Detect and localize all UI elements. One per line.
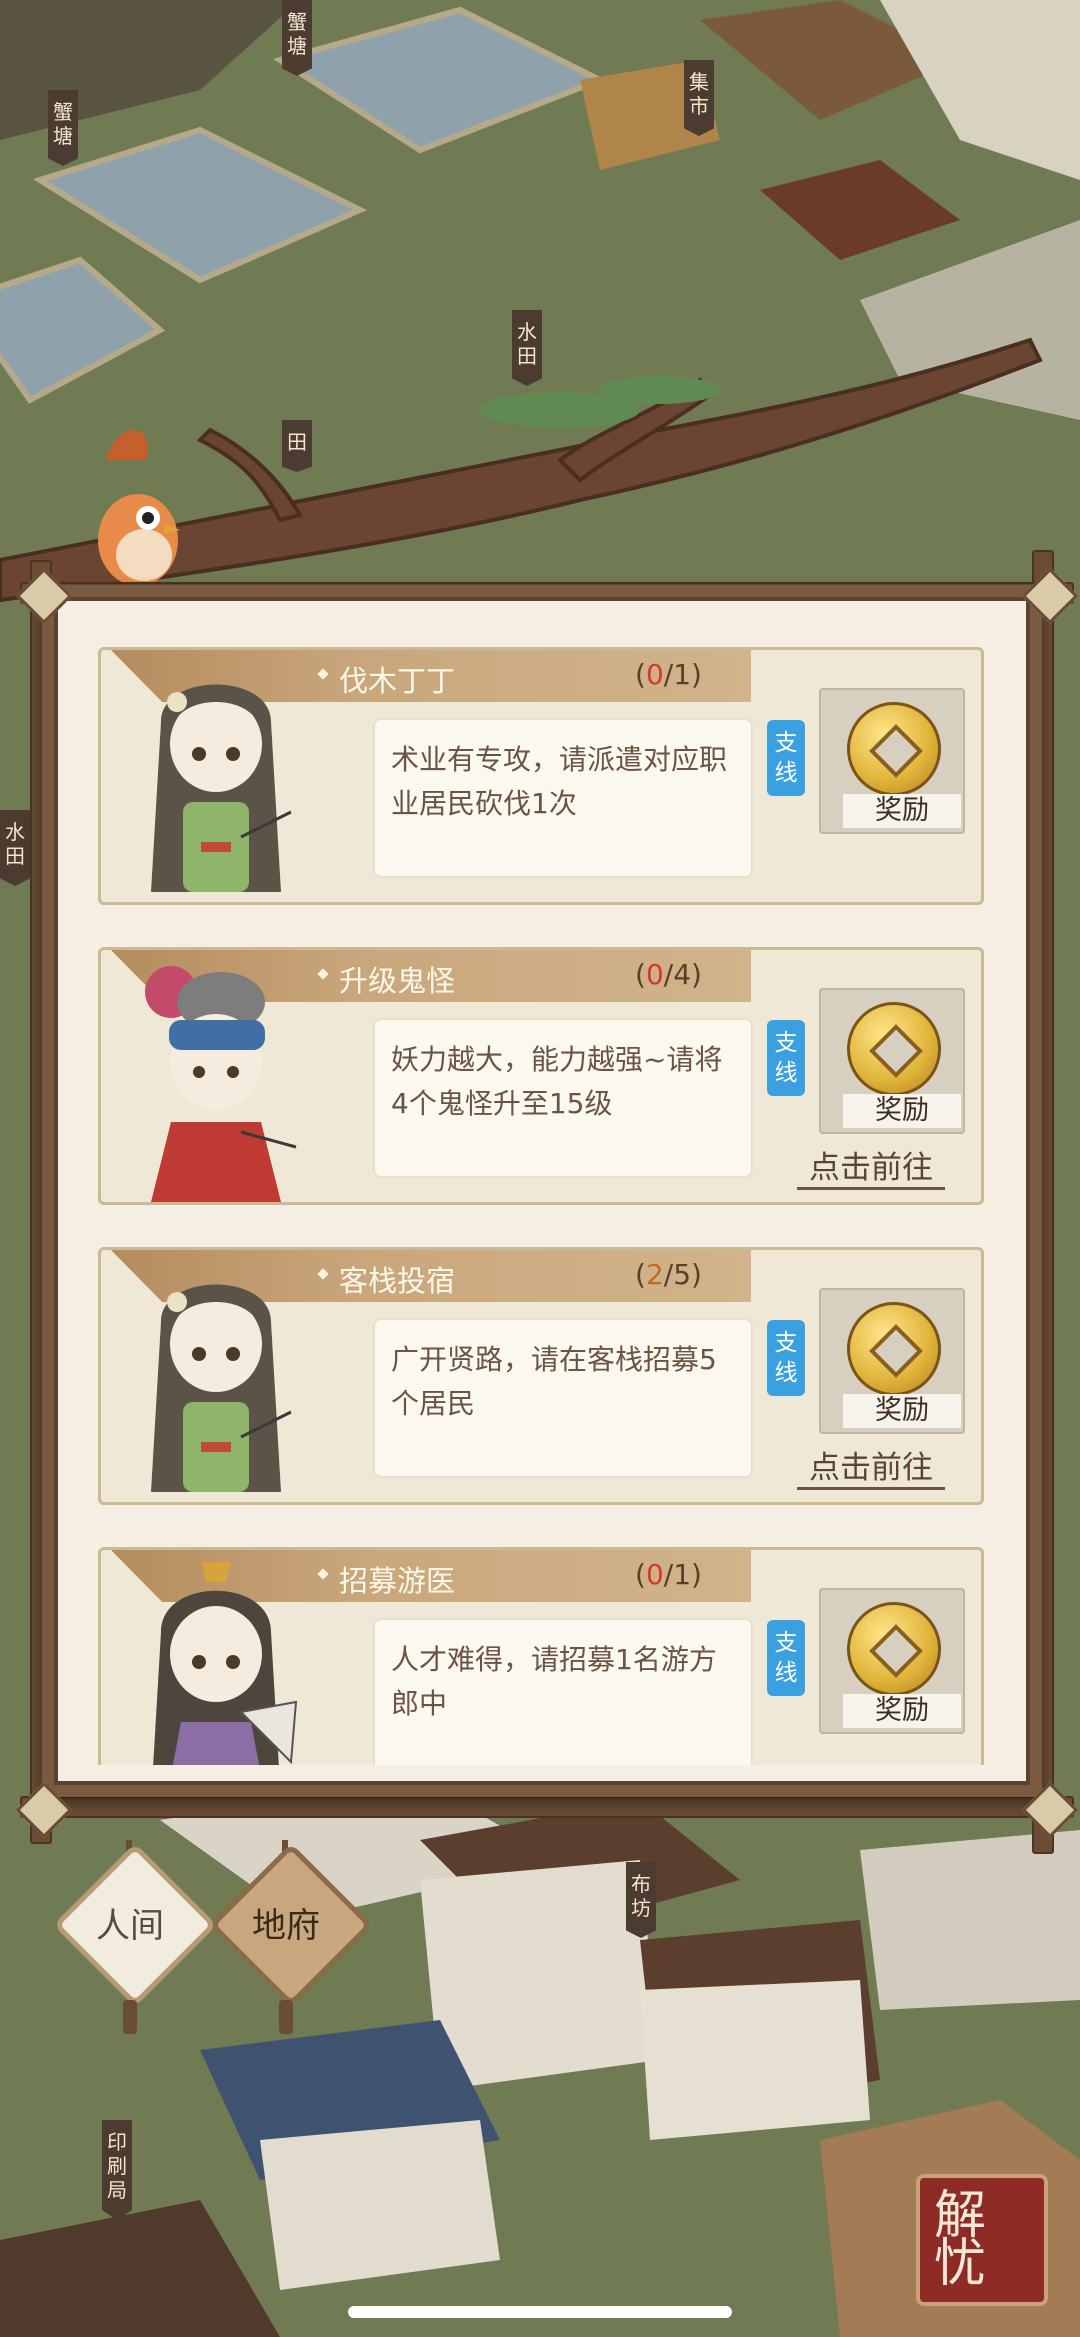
underworld-label: 地府: [252, 1906, 320, 1946]
reward-label: 奖励: [843, 1694, 961, 1728]
map-label-paddy-3[interactable]: 水田: [0, 810, 30, 886]
goto-link[interactable]: 点击前往: [797, 1142, 945, 1190]
reward-slot[interactable]: 奖励: [819, 1588, 965, 1734]
solve-worries-button[interactable]: 解忧: [916, 2174, 1048, 2306]
goto-link[interactable]: 点击前往: [797, 1442, 945, 1490]
map-label-market[interactable]: 集市: [684, 60, 714, 136]
human-world-button[interactable]: 人间: [50, 1840, 218, 2040]
map-label-crab-pond[interactable]: 蟹塘: [48, 90, 78, 166]
frame-beam-bottom: [20, 1796, 1074, 1818]
reward-slot[interactable]: 奖励: [819, 1288, 965, 1434]
quest-card[interactable]: 伐木丁丁 (0/1) 术业有专攻，请派遣对应职业居民砍伐1次 支线 奖励: [98, 647, 984, 905]
solve-worries-label: 解忧: [934, 2186, 987, 2294]
side-quest-tag: 支线: [767, 1320, 805, 1396]
map-label-paddy[interactable]: 水田: [512, 310, 542, 386]
reward-label: 奖励: [843, 1094, 961, 1128]
tassel: [123, 2000, 137, 2034]
quest-progress: (0/4): [635, 958, 702, 991]
copper-coin-icon: [847, 702, 941, 796]
tassel: [279, 2000, 293, 2034]
reward-slot[interactable]: 奖励: [819, 988, 965, 1134]
quest-list[interactable]: 伐木丁丁 (0/1) 术业有专攻，请派遣对应职业居民砍伐1次 支线 奖励 升级鬼…: [54, 597, 1030, 1765]
underworld-button[interactable]: 地府: [206, 1840, 374, 2040]
home-indicator[interactable]: [348, 2306, 732, 2318]
side-quest-tag: 支线: [767, 1620, 805, 1696]
reward-slot[interactable]: 奖励: [819, 688, 965, 834]
reward-label: 奖励: [843, 794, 961, 828]
copper-coin-icon: [847, 1302, 941, 1396]
map-label-paddy-2[interactable]: 田: [282, 420, 312, 472]
quest-title: 升级鬼怪: [339, 964, 456, 998]
map-label-cloth-shop[interactable]: 布坊: [626, 1862, 656, 1938]
quest-title: 客栈投宿: [339, 1264, 456, 1298]
side-quest-tag: 支线: [767, 1020, 805, 1096]
wandering-doctor-avatar: [153, 1562, 298, 1765]
quest-description: 妖力越大，能力越强~请将4个鬼怪升至15级: [373, 1018, 753, 1178]
quest-title: 招募游医: [339, 1564, 456, 1598]
woodcutter-avatar: [151, 1284, 292, 1492]
map-label-crab-pond-2[interactable]: 蟹塘: [282, 0, 312, 76]
quest-card[interactable]: 招募游医 (0/1) 人才难得，请招募1名游方郎中 支线 奖励: [98, 1547, 984, 1765]
human-world-label: 人间: [96, 1906, 164, 1946]
quest-card[interactable]: 客栈投宿 (2/5) 广开贤路，请在客栈招募5个居民 支线 奖励 点击前往: [98, 1247, 984, 1505]
quest-description: 广开贤路，请在客栈招募5个居民: [373, 1318, 753, 1478]
quest-description: 术业有专攻，请派遣对应职业居民砍伐1次: [373, 718, 753, 878]
copper-coin-icon: [847, 1002, 941, 1096]
quail-bird-icon: [98, 430, 180, 586]
map-label-printing-house[interactable]: 印刷局: [102, 2120, 132, 2220]
quest-progress: (0/1): [635, 658, 702, 691]
quest-title: 伐木丁丁: [339, 664, 456, 698]
copper-coin-icon: [847, 1602, 941, 1696]
ghost-elder-avatar: [145, 966, 297, 1202]
quest-description: 人才难得，请招募1名游方郎中: [373, 1618, 753, 1765]
quest-card[interactable]: 升级鬼怪 (0/4) 妖力越大，能力越强~请将4个鬼怪升至15级 支线 奖励 点…: [98, 947, 984, 1205]
woodcutter-avatar: [151, 684, 292, 892]
quest-progress: (2/5): [635, 1258, 702, 1291]
quest-progress: (0/1): [635, 1558, 702, 1591]
side-quest-tag: 支线: [767, 720, 805, 796]
reward-label: 奖励: [843, 1394, 961, 1428]
